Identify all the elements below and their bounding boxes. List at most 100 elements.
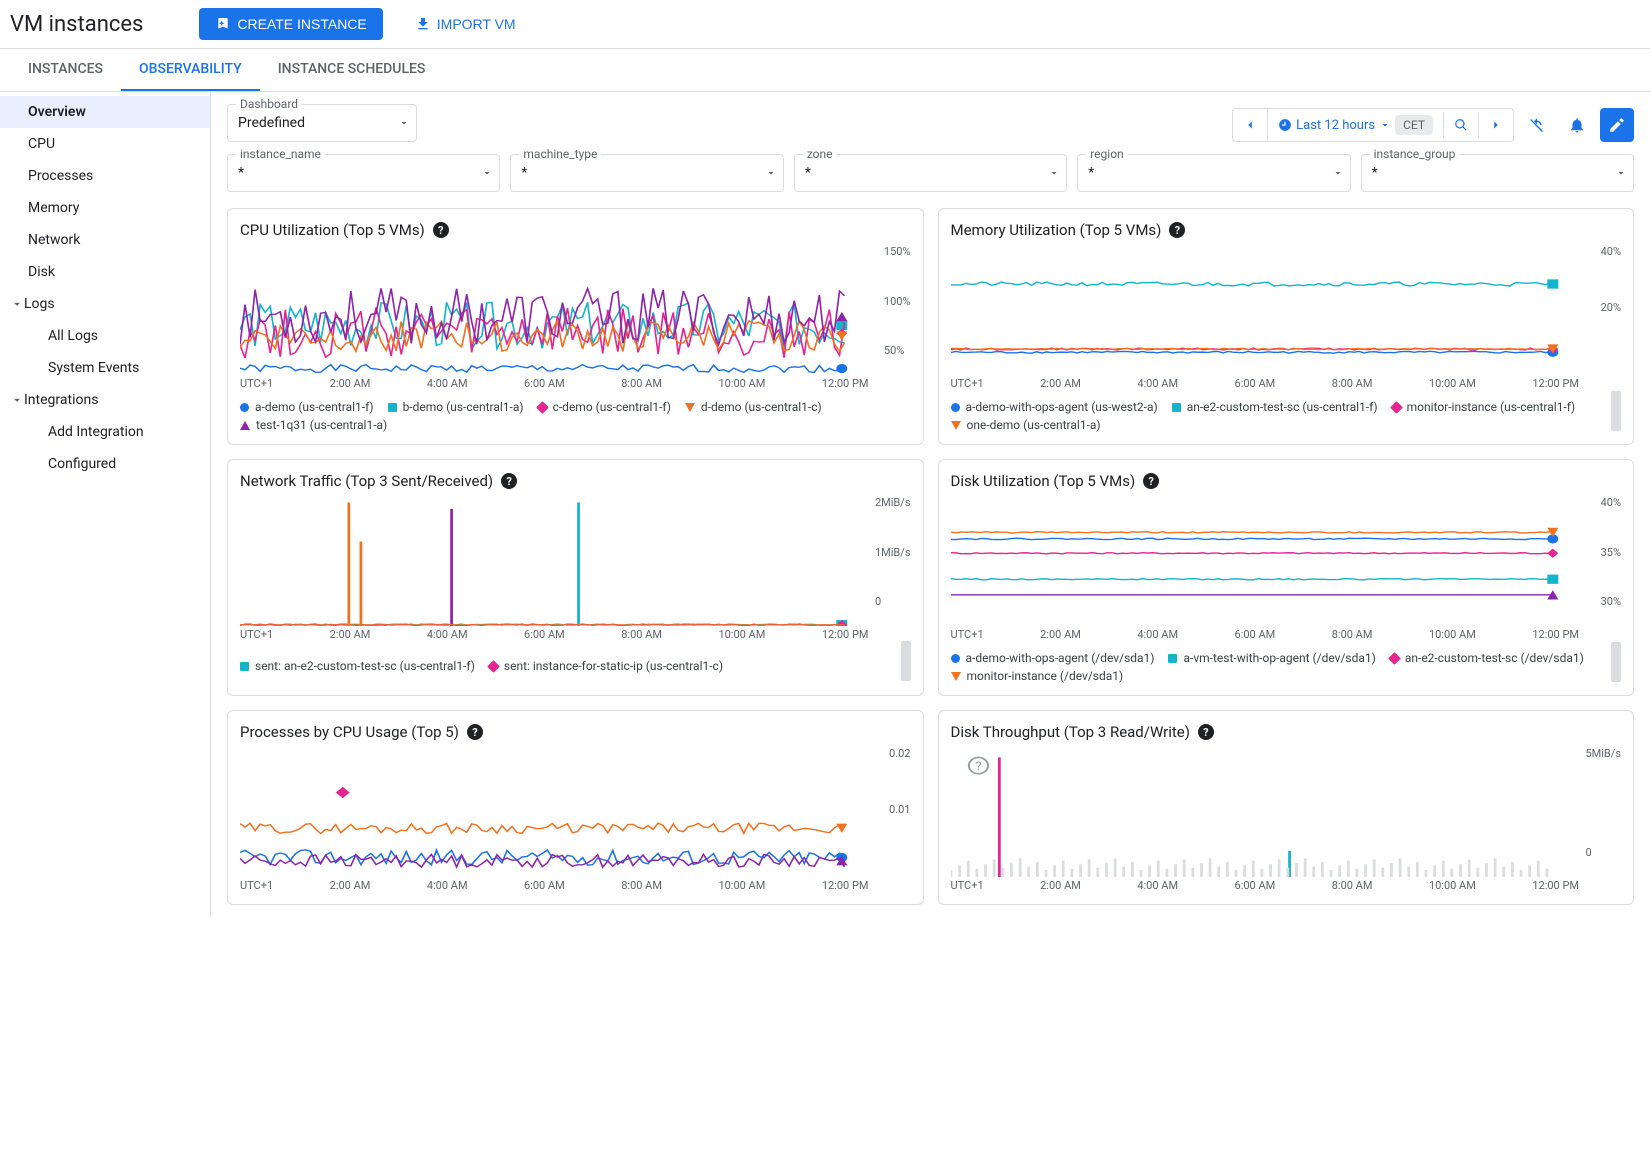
x-axis-ticks: UTC+12:00 AM4:00 AM6:00 AM8:00 AM10:00 A…	[240, 628, 911, 641]
chart-plot[interactable]: 150%100%50%	[240, 245, 911, 375]
legend-item[interactable]: an-e2-custom-test-sc (us-central1-f)	[1172, 400, 1378, 414]
bell-icon	[1568, 116, 1586, 134]
legend-scrollbar[interactable]	[1611, 391, 1621, 431]
autorefresh-off-button[interactable]	[1520, 108, 1554, 142]
chart-plot[interactable]: 0.020.01	[240, 747, 911, 877]
sidebar-item-memory[interactable]: Memory	[0, 192, 210, 224]
tab-schedules[interactable]: INSTANCE SCHEDULES	[260, 49, 444, 91]
create-instance-button[interactable]: CREATE INSTANCE	[199, 8, 382, 40]
search-icon	[1454, 118, 1468, 132]
y-axis-ticks: 0.020.01	[889, 747, 910, 859]
legend-item[interactable]: b-demo (us-central1-a)	[388, 400, 524, 414]
time-prev-button[interactable]	[1233, 112, 1267, 138]
chart-legend: a-demo-with-ops-agent (us-west2-a) an-e2-…	[951, 400, 1612, 432]
sidebar-item-add-integration[interactable]: Add Integration	[0, 416, 210, 448]
time-range-picker: Last 12 hours CET	[1232, 108, 1514, 142]
y-axis-ticks: 150%100%50%	[884, 245, 911, 357]
legend-scrollbar[interactable]	[1611, 642, 1621, 682]
legend-item[interactable]: test-1q31 (us-central1-a)	[240, 418, 387, 432]
y-axis-ticks: 5MiB/s0	[1585, 747, 1621, 859]
y-axis-ticks: 40%35%30%	[1601, 496, 1621, 608]
chart-card: Disk Utilization (Top 5 VMs) ? 40%35%30%…	[938, 459, 1635, 696]
legend-item[interactable]: a-demo (us-central1-f)	[240, 400, 374, 414]
chart-card: Network Traffic (Top 3 Sent/Received) ? …	[227, 459, 924, 696]
chart-legend: a-demo-with-ops-agent (/dev/sda1) a-vm-te…	[951, 651, 1612, 683]
filter-instance_group[interactable]: instance_group *	[1361, 154, 1634, 192]
svg-text:?: ?	[975, 760, 981, 774]
sidebar-item-configured[interactable]: Configured	[0, 448, 210, 480]
clock-icon	[1278, 118, 1292, 132]
plus-box-icon	[215, 16, 231, 32]
sidebar-item-disk[interactable]: Disk	[0, 256, 210, 288]
help-icon[interactable]: ?	[1143, 473, 1159, 489]
legend-scrollbar[interactable]	[901, 641, 911, 681]
sidebar-item-network[interactable]: Network	[0, 224, 210, 256]
filter-region[interactable]: region *	[1077, 154, 1350, 192]
time-next-button[interactable]	[1478, 112, 1513, 138]
sidebar: Overview CPU Processes Memory Network Di…	[0, 92, 210, 917]
sidebar-item-processes[interactable]: Processes	[0, 160, 210, 192]
filter-instance_name[interactable]: instance_name *	[227, 154, 500, 192]
chart-card: Disk Throughput (Top 3 Read/Write) ? ? 5…	[938, 710, 1635, 905]
help-icon[interactable]: ?	[433, 222, 449, 238]
legend-item[interactable]: a-demo-with-ops-agent (us-west2-a)	[951, 400, 1158, 414]
caret-down-icon	[765, 167, 777, 179]
dashboard-select[interactable]: Dashboard Predefined	[227, 104, 417, 142]
sidebar-item-overview[interactable]: Overview	[0, 96, 210, 128]
sidebar-group-integrations[interactable]: Integrations	[0, 384, 210, 416]
x-axis-ticks: UTC+12:00 AM4:00 AM6:00 AM8:00 AM10:00 A…	[240, 377, 911, 390]
help-icon[interactable]: ?	[467, 724, 483, 740]
chevron-down-icon	[10, 393, 24, 407]
x-axis-ticks: UTC+12:00 AM4:00 AM6:00 AM8:00 AM10:00 A…	[951, 879, 1622, 892]
sidebar-item-cpu[interactable]: CPU	[0, 128, 210, 160]
alerts-button[interactable]	[1560, 108, 1594, 142]
sidebar-item-system-events[interactable]: System Events	[0, 352, 210, 384]
tab-observability[interactable]: OBSERVABILITY	[121, 49, 260, 91]
legend-item[interactable]: d-demo (us-central1-c)	[685, 400, 822, 414]
chart-title: Processes by CPU Usage (Top 5) ?	[240, 723, 911, 741]
chart-title: Memory Utilization (Top 5 VMs) ?	[951, 221, 1622, 239]
y-axis-ticks: 2MiB/s1MiB/s0	[875, 496, 911, 608]
chart-card: CPU Utilization (Top 5 VMs) ? 150%100%50…	[227, 208, 924, 445]
legend-item[interactable]: c-demo (us-central1-f)	[538, 400, 671, 414]
filter-row: instance_name * machine_type * zone * re…	[227, 154, 1634, 192]
chart-plot[interactable]: 2MiB/s1MiB/s0	[240, 496, 911, 626]
chart-title: CPU Utilization (Top 5 VMs) ?	[240, 221, 911, 239]
page-title: VM instances	[10, 12, 183, 37]
x-axis-ticks: UTC+12:00 AM4:00 AM6:00 AM8:00 AM10:00 A…	[240, 879, 911, 892]
import-icon	[415, 16, 431, 32]
import-vm-button[interactable]: IMPORT VM	[399, 8, 532, 40]
chart-card: Memory Utilization (Top 5 VMs) ? 40%20% …	[938, 208, 1635, 445]
sidebar-item-all-logs[interactable]: All Logs	[0, 320, 210, 352]
legend-item[interactable]: one-demo (us-central1-a)	[951, 418, 1101, 432]
caret-down-icon	[398, 117, 410, 129]
legend-item[interactable]: monitor-instance (us-central1-f)	[1392, 400, 1576, 414]
timezone-chip: CET	[1395, 115, 1433, 135]
help-icon[interactable]: ?	[501, 473, 517, 489]
tab-instances[interactable]: INSTANCES	[10, 49, 121, 91]
help-icon[interactable]: ?	[1198, 724, 1214, 740]
refresh-off-icon	[1528, 116, 1546, 134]
legend-item[interactable]: a-vm-test-with-op-agent (/dev/sda1)	[1168, 651, 1375, 665]
legend-item[interactable]: a-demo-with-ops-agent (/dev/sda1)	[951, 651, 1155, 665]
time-search-button[interactable]	[1443, 112, 1478, 138]
time-range-button[interactable]: Last 12 hours CET	[1267, 109, 1443, 141]
sidebar-group-logs[interactable]: Logs	[0, 288, 210, 320]
legend-item[interactable]: monitor-instance (/dev/sda1)	[951, 669, 1124, 683]
chart-grid: CPU Utilization (Top 5 VMs) ? 150%100%50…	[227, 208, 1634, 905]
legend-item[interactable]: an-e2-custom-test-sc (/dev/sda1)	[1390, 651, 1584, 665]
chart-title: Disk Throughput (Top 3 Read/Write) ?	[951, 723, 1622, 741]
caret-down-icon	[481, 167, 493, 179]
y-axis-ticks: 40%20%	[1601, 245, 1621, 357]
filter-zone[interactable]: zone *	[794, 154, 1067, 192]
legend-item[interactable]: sent: an-e2-custom-test-sc (us-central1-…	[240, 651, 475, 681]
filter-machine_type[interactable]: machine_type *	[510, 154, 783, 192]
chart-plot[interactable]: 40%35%30%	[951, 496, 1622, 626]
chart-legend: sent: an-e2-custom-test-sc (us-central1-…	[240, 651, 901, 681]
chart-plot[interactable]: ? 5MiB/s0	[951, 747, 1622, 877]
tabs: INSTANCES OBSERVABILITY INSTANCE SCHEDUL…	[0, 49, 1650, 92]
help-icon[interactable]: ?	[1169, 222, 1185, 238]
legend-item[interactable]: sent: instance-for-static-ip (us-central…	[489, 651, 723, 681]
edit-button[interactable]	[1600, 108, 1634, 142]
chart-plot[interactable]: 40%20%	[951, 245, 1622, 375]
